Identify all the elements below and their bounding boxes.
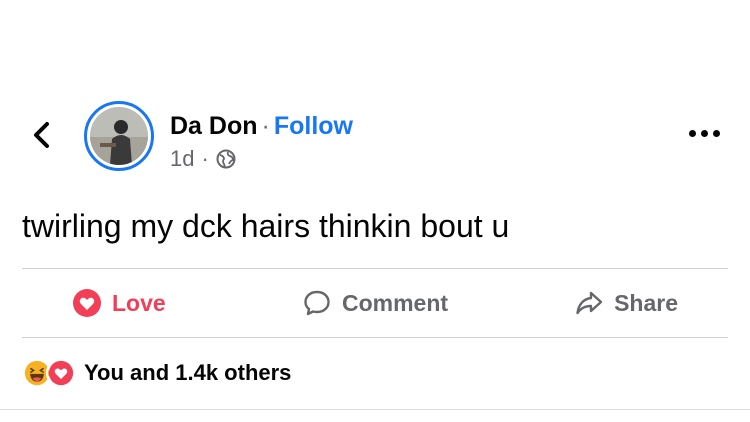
post-time[interactable]: 1d: [170, 146, 194, 172]
meta-separator: ·: [201, 146, 209, 171]
post-text: twirling my dck hairs thinkin bout u: [22, 208, 510, 244]
author-line: Da Don · Follow: [170, 111, 353, 141]
globe-icon: [216, 149, 236, 169]
love-reaction-icon: [73, 289, 101, 317]
comment-label: Comment: [341, 289, 449, 316]
comment-button[interactable]: Comment: [274, 269, 476, 337]
follow-button[interactable]: Follow: [274, 112, 353, 140]
reaction-icons: [22, 358, 76, 388]
more-dot-icon: [700, 129, 708, 137]
more-dot-icon: [712, 129, 720, 137]
divider: [22, 337, 728, 338]
share-button[interactable]: Share: [476, 269, 728, 337]
divider: [0, 409, 750, 410]
separator-dot: ·: [261, 112, 270, 140]
author-avatar[interactable]: [84, 101, 154, 171]
more-options-button[interactable]: [684, 118, 724, 148]
more-dot-icon: [688, 129, 696, 137]
love-button[interactable]: Love: [22, 269, 274, 337]
avatar-photo: [90, 107, 148, 165]
post-meta: 1d ·: [170, 146, 353, 172]
action-bar: Love Comment Share: [22, 269, 728, 337]
chevron-left-icon: [34, 122, 49, 148]
back-button[interactable]: [24, 118, 58, 152]
love-icon: [46, 358, 76, 388]
reactions-summary[interactable]: You and 1.4k others: [22, 358, 291, 388]
reactions-count: You and 1.4k others: [84, 360, 292, 385]
comment-icon: [304, 290, 330, 316]
share-label: Share: [614, 289, 678, 316]
share-icon: [576, 291, 603, 315]
post-header: Da Don · Follow 1d ·: [170, 111, 353, 172]
author-name[interactable]: Da Don: [170, 112, 258, 140]
love-label: Love: [112, 289, 166, 316]
